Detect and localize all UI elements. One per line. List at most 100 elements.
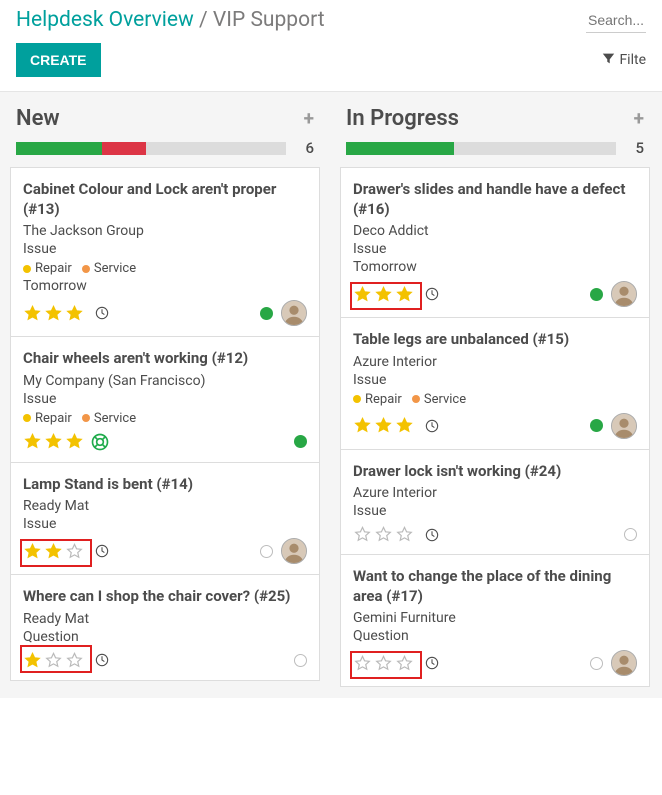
assignee-avatar[interactable] xyxy=(281,300,307,326)
kanban-card[interactable]: Lamp Stand is bent (#14)Ready MatIssue xyxy=(10,462,320,576)
kanban-card[interactable]: Drawer lock isn't working (#24)Azure Int… xyxy=(340,449,650,556)
assignee-avatar[interactable] xyxy=(281,538,307,564)
add-card-button[interactable]: + xyxy=(634,107,644,130)
column-progress[interactable] xyxy=(346,142,616,155)
lifebuoy-icon[interactable] xyxy=(90,432,110,452)
tag-dot-icon xyxy=(23,265,31,273)
kanban-card[interactable]: Where can I shop the chair cover? (#25)R… xyxy=(10,574,320,681)
card-type: Question xyxy=(353,628,637,644)
status-dot[interactable] xyxy=(590,288,603,301)
priority-stars[interactable] xyxy=(353,416,414,435)
status-dot[interactable] xyxy=(590,657,603,670)
star-icon[interactable] xyxy=(374,654,393,673)
card-due: Tomorrow xyxy=(23,278,307,294)
breadcrumb-current: VIP Support xyxy=(213,8,325,32)
star-icon[interactable] xyxy=(23,542,42,561)
star-icon[interactable] xyxy=(374,525,393,544)
tag-label: Repair xyxy=(35,411,72,426)
tag[interactable]: Service xyxy=(82,411,136,426)
priority-stars[interactable] xyxy=(23,542,84,561)
card-title: Cabinet Colour and Lock aren't proper (#… xyxy=(23,180,307,219)
star-icon[interactable] xyxy=(65,651,84,670)
add-card-button[interactable]: + xyxy=(304,107,314,130)
status-dot[interactable] xyxy=(260,307,273,320)
kanban-card[interactable]: Table legs are unbalanced (#15)Azure Int… xyxy=(340,317,650,450)
star-icon[interactable] xyxy=(374,416,393,435)
priority-stars[interactable] xyxy=(353,285,414,304)
star-icon[interactable] xyxy=(353,416,372,435)
filter-icon xyxy=(602,52,615,69)
card-customer: Azure Interior xyxy=(353,354,637,370)
assignee-avatar[interactable] xyxy=(611,281,637,307)
tag-dot-icon xyxy=(82,265,90,273)
tag-label: Repair xyxy=(35,261,72,276)
assignee-avatar[interactable] xyxy=(611,413,637,439)
breadcrumb-sep: / xyxy=(199,8,208,32)
kanban-card[interactable]: Cabinet Colour and Lock aren't proper (#… xyxy=(10,167,320,337)
priority-stars[interactable] xyxy=(23,432,84,451)
clock-icon[interactable] xyxy=(420,527,440,543)
star-icon[interactable] xyxy=(23,432,42,451)
filters-button[interactable]: Filte xyxy=(602,52,646,69)
column-title: New xyxy=(16,106,60,131)
kanban-card[interactable]: Want to change the place of the dining a… xyxy=(340,554,650,687)
star-icon[interactable] xyxy=(23,651,42,670)
tag-label: Service xyxy=(424,392,466,407)
tag[interactable]: Service xyxy=(82,261,136,276)
card-title: Drawer lock isn't working (#24) xyxy=(353,462,637,482)
status-dot[interactable] xyxy=(624,528,637,541)
star-icon[interactable] xyxy=(395,654,414,673)
tag[interactable]: Repair xyxy=(23,261,72,276)
status-dot[interactable] xyxy=(590,419,603,432)
card-title: Want to change the place of the dining a… xyxy=(353,567,637,606)
clock-icon[interactable] xyxy=(420,655,440,671)
card-customer: Gemini Furniture xyxy=(353,610,637,626)
breadcrumb-root[interactable]: Helpdesk Overview xyxy=(16,8,194,32)
card-title: Where can I shop the chair cover? (#25) xyxy=(23,587,307,607)
star-icon[interactable] xyxy=(44,542,63,561)
star-icon[interactable] xyxy=(65,542,84,561)
search-input[interactable] xyxy=(586,8,646,33)
assignee-avatar[interactable] xyxy=(611,650,637,676)
star-icon[interactable] xyxy=(44,304,63,323)
tag[interactable]: Repair xyxy=(353,392,402,407)
tag[interactable]: Repair xyxy=(23,411,72,426)
kanban-card[interactable]: Drawer's slides and handle have a defect… xyxy=(340,167,650,318)
create-button[interactable]: CREATE xyxy=(16,43,101,77)
star-icon[interactable] xyxy=(353,285,372,304)
column-progress[interactable] xyxy=(16,142,286,155)
star-icon[interactable] xyxy=(353,525,372,544)
clock-icon[interactable] xyxy=(90,543,110,559)
star-icon[interactable] xyxy=(395,416,414,435)
kanban-card[interactable]: Chair wheels aren't working (#12)My Comp… xyxy=(10,336,320,463)
clock-icon[interactable] xyxy=(420,286,440,302)
card-customer: Deco Addict xyxy=(353,223,637,239)
clock-icon[interactable] xyxy=(90,652,110,668)
card-title: Drawer's slides and handle have a defect… xyxy=(353,180,637,219)
status-dot[interactable] xyxy=(294,654,307,667)
card-type: Issue xyxy=(353,372,637,388)
star-icon[interactable] xyxy=(44,432,63,451)
star-icon[interactable] xyxy=(395,285,414,304)
star-icon[interactable] xyxy=(374,285,393,304)
clock-icon[interactable] xyxy=(90,305,110,321)
star-icon[interactable] xyxy=(353,654,372,673)
status-dot[interactable] xyxy=(260,545,273,558)
star-icon[interactable] xyxy=(23,304,42,323)
clock-icon[interactable] xyxy=(420,418,440,434)
card-customer: Ready Mat xyxy=(23,498,307,514)
card-customer: My Company (San Francisco) xyxy=(23,373,307,389)
status-dot[interactable] xyxy=(294,435,307,448)
filters-label: Filte xyxy=(619,52,646,68)
star-icon[interactable] xyxy=(65,304,84,323)
priority-stars[interactable] xyxy=(353,525,414,544)
star-icon[interactable] xyxy=(395,525,414,544)
priority-stars[interactable] xyxy=(353,654,414,673)
tag[interactable]: Service xyxy=(412,392,466,407)
column-count: 6 xyxy=(296,139,314,157)
priority-stars[interactable] xyxy=(23,304,84,323)
star-icon[interactable] xyxy=(65,432,84,451)
tag-dot-icon xyxy=(353,395,361,403)
star-icon[interactable] xyxy=(44,651,63,670)
priority-stars[interactable] xyxy=(23,651,84,670)
